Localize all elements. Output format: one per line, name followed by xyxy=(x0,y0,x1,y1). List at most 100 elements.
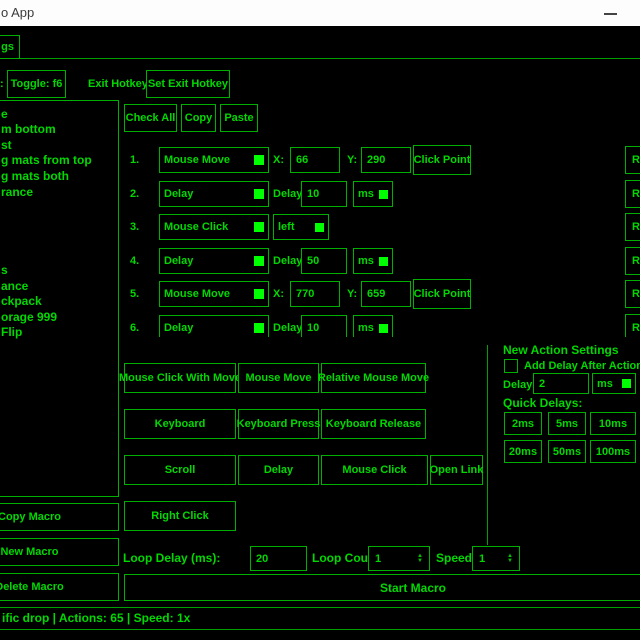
quick-delay-20ms-button[interactable]: 20ms xyxy=(504,440,542,463)
stepper-arrows-icon[interactable]: ▲▼ xyxy=(417,554,423,564)
remove-button[interactable]: R xyxy=(625,180,640,208)
macro-list-item[interactable]: m bottom xyxy=(1,122,56,136)
toggle-hotkey-button[interactable]: Toggle: f6 xyxy=(7,70,66,98)
loop-count-stepper[interactable]: 1 ▲▼ xyxy=(368,546,430,571)
action-type-dropdown[interactable]: Delay xyxy=(159,181,269,207)
keyboard-button[interactable]: Keyboard xyxy=(124,409,236,439)
mouse-click-with-move-button[interactable]: Mouse Click With Move xyxy=(124,363,236,393)
macro-list-item[interactable]: g mats from top xyxy=(1,153,92,167)
action-row-number: 2. xyxy=(130,188,139,200)
settings-delay-input[interactable]: 2 xyxy=(533,373,589,394)
tabstrip-divider xyxy=(0,58,640,59)
remove-button[interactable]: R xyxy=(625,314,640,337)
start-macro-button[interactable]: Start Macro xyxy=(124,574,640,601)
toggle-hotkey-label: : xyxy=(0,78,4,90)
delete-macro-button[interactable]: Delete Macro xyxy=(0,573,119,601)
remove-button[interactable]: R xyxy=(625,146,640,174)
delay-input[interactable]: 50 xyxy=(301,248,347,274)
action-type-value: Mouse Click xyxy=(164,221,228,233)
y-input[interactable]: 290 xyxy=(361,147,411,173)
add-delay-checkbox[interactable] xyxy=(504,359,518,373)
delay-button[interactable]: Delay xyxy=(238,455,319,485)
action-row: 3. Mouse Click left R xyxy=(122,214,640,241)
scroll-button[interactable]: Scroll xyxy=(124,455,236,485)
y-input[interactable]: 659 xyxy=(361,281,411,307)
loop-delay-value: 20 xyxy=(256,553,268,565)
settings-delay-value: 2 xyxy=(539,378,545,390)
tab-settings[interactable]: gs xyxy=(0,35,20,59)
settings-unit-dropdown[interactable]: ms xyxy=(592,373,636,394)
macro-list-item[interactable]: g mats both xyxy=(1,169,69,183)
macro-list-item[interactable]: st xyxy=(1,138,12,152)
macro-list[interactable]: e m bottom st g mats from top g mats bot… xyxy=(0,100,119,497)
dropdown-square-icon xyxy=(254,155,264,165)
action-type-dropdown[interactable]: Mouse Click xyxy=(159,214,269,240)
keyboard-press-button[interactable]: Keyboard Press xyxy=(238,409,319,439)
window-title: o App xyxy=(1,5,34,20)
unit-dropdown[interactable]: ms xyxy=(353,248,393,274)
stepper-arrows-icon[interactable]: ▲▼ xyxy=(507,554,513,564)
mouse-click-button[interactable]: Mouse Click xyxy=(321,455,428,485)
action-type-value: Delay xyxy=(164,188,193,200)
x-input[interactable]: 66 xyxy=(290,147,340,173)
remove-button[interactable]: R xyxy=(625,280,640,308)
remove-button[interactable]: R xyxy=(625,213,640,241)
exit-hotkey-label: Exit Hotkey: xyxy=(88,78,152,90)
macro-list-item[interactable]: Flip xyxy=(1,325,22,339)
quick-delay-5ms-button[interactable]: 5ms xyxy=(548,412,586,435)
x-input[interactable]: 770 xyxy=(290,281,340,307)
delay-input[interactable]: 10 xyxy=(301,181,347,207)
title-bar: o App xyxy=(0,0,640,26)
x-label: X: xyxy=(273,154,284,166)
minimize-button[interactable] xyxy=(594,0,628,26)
y-label: Y: xyxy=(347,154,357,166)
statusbar-bottom-border xyxy=(0,629,640,630)
macro-list-item[interactable]: s xyxy=(1,263,8,277)
click-point-button[interactable]: Click Point xyxy=(413,279,471,309)
action-type-value: Delay xyxy=(164,255,193,267)
speed-stepper[interactable]: 1 ▲▼ xyxy=(472,546,520,571)
macro-list-item[interactable]: e xyxy=(1,107,8,121)
new-macro-button[interactable]: New Macro xyxy=(0,538,119,566)
loop-delay-input[interactable]: 20 xyxy=(250,546,307,571)
macro-list-item[interactable]: ance xyxy=(1,279,28,293)
action-type-dropdown[interactable]: Mouse Move xyxy=(159,281,269,307)
unit-value: ms xyxy=(358,322,374,334)
dropdown-square-icon xyxy=(254,256,264,266)
keyboard-release-button[interactable]: Keyboard Release xyxy=(321,409,426,439)
quick-delay-100ms-button[interactable]: 100ms xyxy=(590,440,636,463)
macro-list-item[interactable]: rance xyxy=(1,185,33,199)
quick-delay-10ms-button[interactable]: 10ms xyxy=(590,412,636,435)
remove-button[interactable]: R xyxy=(625,247,640,275)
right-click-button[interactable]: Right Click xyxy=(124,501,236,531)
action-row: 6. Delay Delay: 10 ms R xyxy=(122,315,640,337)
macro-list-item[interactable]: orage 999 xyxy=(1,310,57,324)
action-row-number: 6. xyxy=(130,322,139,334)
unit-dropdown[interactable]: ms xyxy=(353,181,393,207)
dropdown-square-icon xyxy=(254,323,264,333)
action-type-dropdown[interactable]: Delay xyxy=(159,248,269,274)
settings-unit-value: ms xyxy=(597,378,613,390)
x-value: 770 xyxy=(296,288,314,300)
mouse-move-button[interactable]: Mouse Move xyxy=(238,363,319,393)
unit-dropdown[interactable]: ms xyxy=(353,315,393,337)
dropdown-square-icon xyxy=(622,379,631,388)
loop-delay-label: Loop Delay (ms): xyxy=(123,551,220,565)
action-type-dropdown[interactable]: Mouse Move xyxy=(159,147,269,173)
statusbar-top-border xyxy=(0,607,640,608)
action-row: 1. Mouse Move X: 66 Y: 290 Click Point R xyxy=(122,147,640,174)
mouse-button-dropdown[interactable]: left xyxy=(273,214,329,240)
relative-mouse-move-button[interactable]: Relative Mouse Move xyxy=(321,363,426,393)
status-text: ific drop | Actions: 65 | Speed: 1x xyxy=(2,611,190,625)
set-exit-hotkey-button[interactable]: Set Exit Hotkey xyxy=(146,70,230,98)
copy-macro-button[interactable]: Copy Macro xyxy=(0,503,119,531)
click-point-button[interactable]: Click Point xyxy=(413,145,471,175)
delay-input[interactable]: 10 xyxy=(301,315,347,337)
open-link-button[interactable]: Open Link xyxy=(430,455,483,485)
action-type-dropdown[interactable]: Delay xyxy=(159,315,269,337)
quick-delay-2ms-button[interactable]: 2ms xyxy=(504,412,542,435)
speed-label: Speed: xyxy=(436,551,476,565)
macro-list-item[interactable]: ckpack xyxy=(1,294,42,308)
quick-delay-50ms-button[interactable]: 50ms xyxy=(548,440,586,463)
new-action-settings-title: New Action Settings xyxy=(503,343,619,357)
